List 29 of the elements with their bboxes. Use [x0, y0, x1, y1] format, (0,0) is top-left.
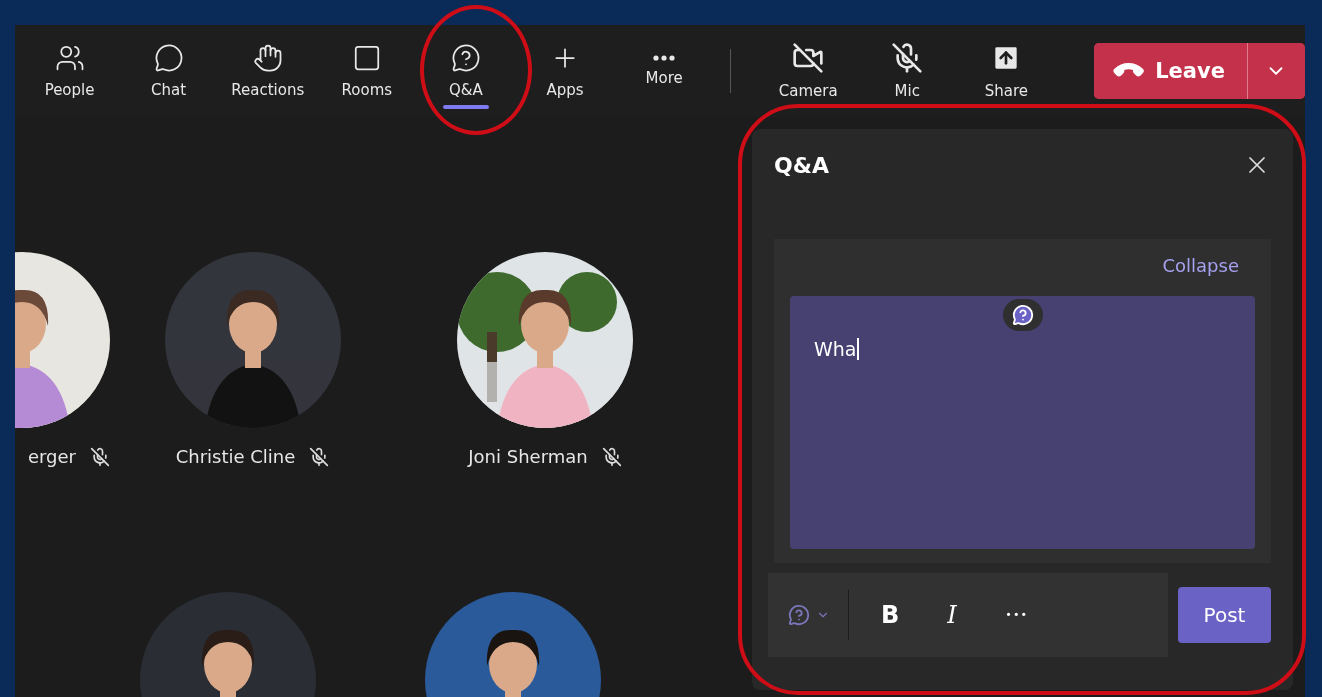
leave-button[interactable]: Leave: [1093, 43, 1248, 99]
camera-button[interactable]: Camera: [758, 31, 858, 111]
participant-name: Christie Cline: [175, 446, 296, 467]
format-button[interactable]: I: [943, 597, 961, 633]
toolbar-tab[interactable]: Reactions: [218, 31, 318, 111]
mic-button[interactable]: Mic: [857, 31, 957, 111]
people-icon: [54, 43, 85, 73]
toolbar-tab[interactable]: People: [20, 31, 120, 111]
hand-icon: [252, 43, 283, 73]
format-button[interactable]: ···: [1000, 597, 1032, 633]
toolbar-tab[interactable]: Apps: [515, 31, 615, 111]
post-button[interactable]: Post: [1178, 587, 1271, 643]
selected-indicator: [442, 105, 489, 109]
question-bubble-icon: [788, 604, 810, 626]
more-icon: [653, 55, 676, 61]
participant-name: erger: [27, 446, 76, 467]
toolbar-tab[interactable]: Q&A: [416, 31, 516, 111]
toolbar-tab[interactable]: More: [614, 31, 714, 111]
collapse-link[interactable]: Collapse: [1162, 255, 1239, 276]
question-bubble-icon: [450, 43, 481, 73]
chat-icon: [153, 43, 184, 73]
toolbar-tab[interactable]: Rooms: [317, 31, 417, 111]
toolbar-tab[interactable]: Chat: [119, 31, 219, 111]
participant-name: Joni Sherman: [468, 446, 588, 467]
panel-title: Q&A: [774, 152, 829, 178]
share-button[interactable]: Share: [956, 31, 1056, 111]
question-bubble-icon: [1011, 304, 1034, 326]
question-input[interactable]: Wha: [790, 296, 1255, 549]
format-button[interactable]: B: [877, 597, 904, 633]
